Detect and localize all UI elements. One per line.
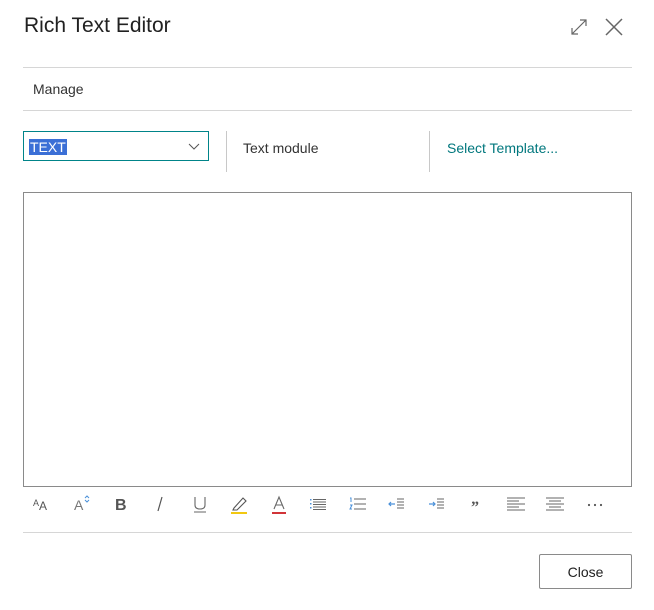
align-left-icon <box>507 497 525 511</box>
italic-icon <box>157 496 163 512</box>
more-button[interactable] <box>577 490 613 518</box>
font-size-button[interactable]: AA <box>23 490 59 518</box>
align-left-button[interactable] <box>498 490 534 518</box>
footer-divider <box>23 532 632 533</box>
font-size-icon: AA <box>33 498 47 513</box>
font-color-icon <box>272 495 286 514</box>
close-button[interactable]: Close <box>539 554 632 589</box>
svg-text:A: A <box>74 497 84 513</box>
rich-text-editor-area[interactable] <box>23 192 632 487</box>
chevron-down-icon <box>188 143 200 150</box>
select-template-link[interactable]: Select Template... <box>447 140 558 156</box>
bullet-list-button[interactable] <box>300 490 336 518</box>
format-select-value: TEXT <box>29 139 67 155</box>
header-divider <box>23 67 632 68</box>
separator <box>429 131 430 172</box>
decrease-indent-button[interactable] <box>379 490 415 518</box>
svg-text:B: B <box>115 497 127 514</box>
expand-icon[interactable] <box>569 17 589 37</box>
bold-icon: B <box>115 497 127 514</box>
more-icon <box>587 503 603 507</box>
action-bar-divider <box>23 110 632 111</box>
bold-button[interactable]: B <box>103 490 139 518</box>
bullet-list-icon <box>310 499 326 510</box>
increase-indent-icon <box>429 498 444 509</box>
change-case-button[interactable]: A <box>63 490 99 518</box>
formatting-toolbar: AA A B ” <box>23 490 632 518</box>
increase-indent-button[interactable] <box>419 490 455 518</box>
close-icon[interactable] <box>604 17 624 37</box>
quote-button[interactable]: ” <box>458 490 494 518</box>
underline-icon <box>194 497 206 513</box>
italic-button[interactable] <box>142 490 178 518</box>
svg-text:”: ” <box>471 499 479 515</box>
align-center-button[interactable] <box>537 490 573 518</box>
highlight-icon <box>231 497 247 514</box>
underline-button[interactable] <box>182 490 218 518</box>
numbered-list-button[interactable] <box>340 490 376 518</box>
dialog-title: Rich Text Editor <box>24 14 171 37</box>
numbered-list-icon <box>349 497 366 510</box>
change-case-icon: A <box>74 495 90 513</box>
align-center-icon <box>546 497 564 511</box>
manage-menu[interactable]: Manage <box>33 81 84 97</box>
decrease-indent-icon <box>388 498 404 509</box>
format-select[interactable]: TEXT <box>23 131 209 161</box>
svg-text:A: A <box>39 499 47 513</box>
quote-icon: ” <box>471 499 479 515</box>
font-color-button[interactable] <box>261 490 297 518</box>
highlight-button[interactable] <box>221 490 257 518</box>
text-module-label: Text module <box>243 140 319 156</box>
separator <box>226 131 227 172</box>
